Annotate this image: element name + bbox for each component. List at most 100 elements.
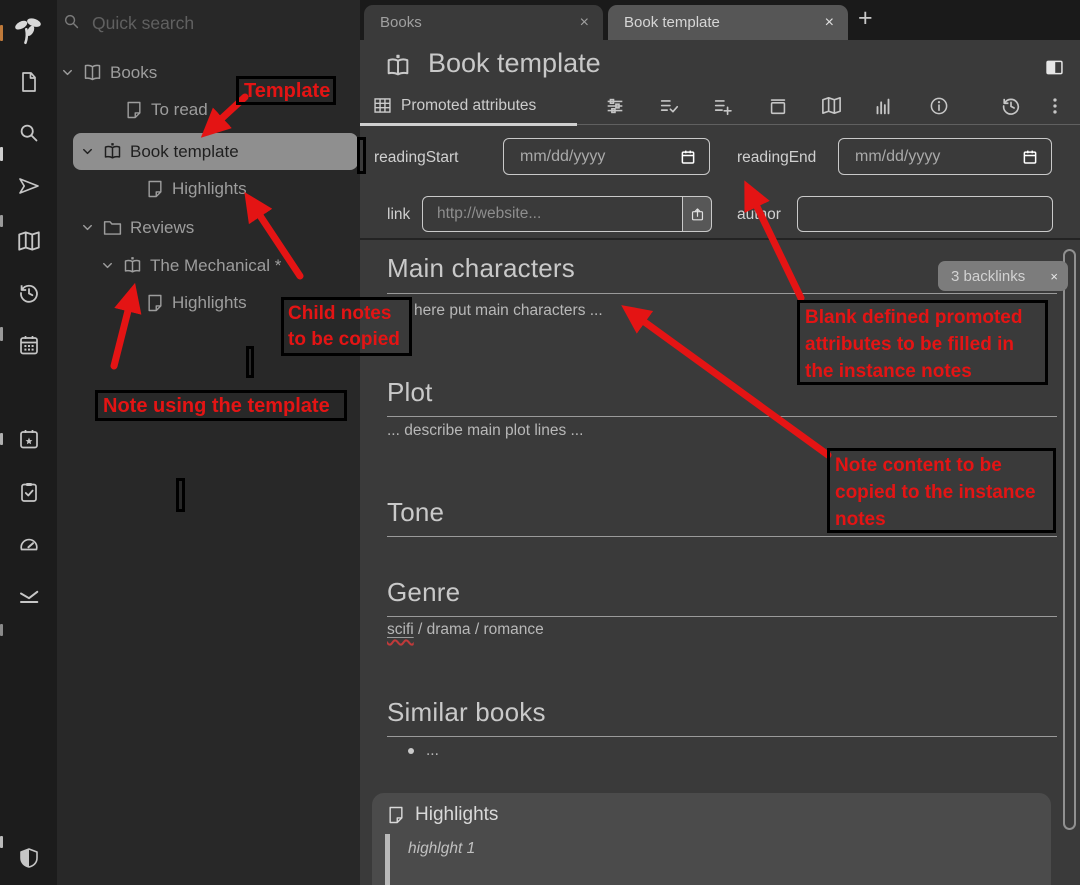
template-icon [122,255,143,276]
annotation-child-notes: Child notes to be copied [281,297,412,356]
kebab-menu-icon[interactable] [1044,95,1066,117]
close-icon[interactable]: × [1050,269,1058,284]
screen-edge-artifact [0,25,3,41]
recent-changes-icon[interactable] [17,281,41,305]
ribbon-tab-label: Promoted attributes [401,97,536,115]
info-icon[interactable] [928,95,950,117]
tree-item-label: Book template [130,142,239,162]
screen-edge-artifact [0,836,3,848]
note-paragraph[interactable]: here put main characters ... [414,302,603,320]
annotation-empty-box [357,137,366,174]
quick-search-icon [62,12,81,31]
archive-icon[interactable] [767,95,789,117]
plane-landing-icon[interactable] [17,585,41,609]
reading-end-date-input[interactable]: mm/dd/yyyy [838,138,1052,175]
link-input[interactable]: http://website... [422,196,683,232]
backlinks-count: 3 backlinks [951,268,1025,285]
heading-rule [387,293,1057,294]
folder-icon [102,217,123,238]
tab-label: Books [380,14,422,31]
day-note-calendar-icon[interactable] [17,333,41,357]
calendar-icon[interactable] [1021,148,1039,166]
annotation-template: Template [236,76,336,105]
note-icon [145,179,165,199]
dashboard-gauge-icon[interactable] [17,533,41,557]
note-icon [145,293,165,313]
tab-label: Book template [624,14,720,31]
section-divider [360,238,1080,240]
section-heading-genre[interactable]: Genre [387,577,460,608]
blockquote-bar [385,834,390,885]
list-check-icon[interactable] [658,95,680,117]
tasks-icon[interactable] [17,480,41,504]
scrollbar-thumb[interactable] [1063,249,1076,830]
sliders-icon[interactable] [604,95,626,117]
annotation-note-content: Note content to be copied to the instanc… [827,448,1056,533]
sidebar-item-highlights[interactable]: Highlights [145,179,247,199]
section-heading-similar-books[interactable]: Similar books [387,697,546,728]
child-note-title: Highlights [415,804,498,826]
backlinks-badge[interactable]: 3 backlinks × [938,261,1068,291]
list-item[interactable]: ... [426,742,439,760]
calendar-icon[interactable] [679,148,697,166]
screen-edge-artifact [0,215,3,227]
chevron-down-icon[interactable] [60,65,75,80]
new-tab-button[interactable]: + [858,4,873,33]
close-icon[interactable]: × [825,15,834,31]
note-paragraph[interactable]: ... describe main plot lines ... [387,422,583,440]
note-paragraph-genre[interactable]: scifi / drama / romance [387,621,544,639]
sidebar-item-book-template[interactable]: Book template [80,141,239,162]
ribbon-tab-promoted-attributes[interactable]: Promoted attributes [372,95,536,116]
tab-books[interactable]: Books × [364,5,603,40]
genre-word-misspelled: scifi [387,621,414,638]
note-title-input[interactable]: Book template [428,48,601,79]
sidebar-item-highlights-2[interactable]: Highlights [145,293,247,313]
section-heading-plot[interactable]: Plot [387,377,433,408]
split-pane-icon[interactable] [1044,57,1065,78]
sidebar-item-the-mechanical[interactable]: The Mechanical * [100,255,281,276]
note-icon [124,100,144,120]
history-icon[interactable] [1000,95,1022,117]
heading-rule [387,536,1057,537]
sidebar-item-to-read[interactable]: To read [124,100,208,120]
screen-edge-artifact [0,433,3,445]
new-note-icon[interactable] [17,70,41,94]
tree-item-label: The Mechanical * [150,256,281,276]
child-note-title-row[interactable]: Highlights [386,804,498,826]
tab-book-template[interactable]: Book template × [608,5,848,40]
book-open-icon [82,62,103,83]
heading-rule [387,736,1057,737]
jump-to-note-icon[interactable] [17,174,41,198]
sidebar-item-books[interactable]: Books [60,62,157,83]
note-title-template-icon [384,52,412,80]
protected-session-shield-icon[interactable] [17,846,41,870]
author-input[interactable] [797,196,1053,232]
child-note-card: Highlights highlght 1 [372,793,1051,885]
heading-rule [387,616,1057,617]
note-map-icon[interactable] [16,228,42,254]
close-icon[interactable]: × [580,15,589,31]
reading-end-label: readingEnd [737,149,816,167]
map-icon[interactable] [820,94,843,117]
blockquote-text[interactable]: highlght 1 [408,840,475,858]
calendar-star-icon[interactable] [17,427,41,451]
screen-edge-artifact [0,327,3,341]
tree-item-label: Highlights [172,293,247,313]
quick-search-input[interactable]: Quick search [92,13,194,34]
annotation-empty-box [246,346,254,378]
chevron-down-icon[interactable] [80,220,95,235]
template-icon [102,141,123,162]
chevron-down-icon[interactable] [80,144,95,159]
section-heading-main-characters[interactable]: Main characters [387,253,575,284]
open-external-link-button[interactable] [682,196,712,232]
chevron-down-icon[interactable] [100,258,115,273]
sidebar-item-reviews[interactable]: Reviews [80,217,194,238]
ribbon-active-indicator [360,123,577,126]
heading-rule [387,416,1057,417]
trilium-logo-icon[interactable] [11,13,45,47]
reading-start-date-input[interactable]: mm/dd/yyyy [503,138,710,175]
bar-chart-icon[interactable] [872,95,894,117]
section-heading-tone[interactable]: Tone [387,497,444,528]
search-icon[interactable] [17,121,41,145]
list-plus-icon[interactable] [712,95,734,117]
